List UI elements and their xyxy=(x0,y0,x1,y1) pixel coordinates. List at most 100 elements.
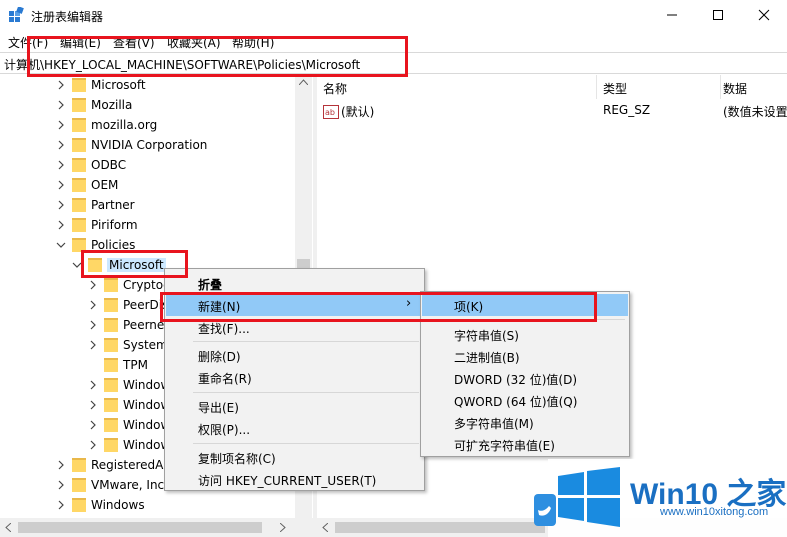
value-type: REG_SZ xyxy=(603,103,651,117)
chevron-right-icon[interactable] xyxy=(56,200,66,210)
tree-item-label: Piriform xyxy=(91,218,138,232)
tree-item-label: VMware, Inc. xyxy=(91,478,168,492)
column-header-data[interactable]: 数据 xyxy=(723,75,787,99)
chevron-right-icon[interactable] xyxy=(88,340,98,350)
tree-item[interactable]: Windows xyxy=(0,495,295,515)
string-value-icon: ab xyxy=(323,104,339,119)
tree-item-label: ODBC xyxy=(91,158,127,172)
chevron-right-icon[interactable] xyxy=(56,480,66,490)
chevron-right-icon[interactable] xyxy=(88,440,98,450)
tree-item-label: Mozilla xyxy=(91,98,133,112)
folder-icon xyxy=(72,178,86,192)
folder-icon xyxy=(104,438,118,452)
menu-divider xyxy=(193,341,419,342)
regedit-app-icon xyxy=(9,7,24,22)
maximize-button[interactable] xyxy=(695,0,741,30)
scroll-left-icon[interactable] xyxy=(322,523,328,532)
chevron-right-icon[interactable] xyxy=(56,160,66,170)
folder-icon xyxy=(72,218,86,232)
menu-divider xyxy=(193,443,419,444)
chevron-down-icon[interactable] xyxy=(56,240,66,250)
window-title: 注册表编辑器 xyxy=(31,10,104,24)
chevron-right-icon[interactable] xyxy=(56,80,66,90)
sub-new-qword[interactable]: QWORD (64 位)值(Q) xyxy=(422,389,628,411)
folder-icon xyxy=(72,78,86,92)
tree-item[interactable]: NVIDIA Corporation xyxy=(0,135,295,155)
folder-icon xyxy=(104,278,118,292)
tree-item-label: Windows xyxy=(91,498,145,512)
list-horizontal-scroll-thumb[interactable] xyxy=(335,522,545,533)
chevron-right-icon[interactable] xyxy=(56,500,66,510)
ctx-permissions[interactable]: 权限(P)... xyxy=(166,417,423,439)
column-header-type[interactable]: 类型 xyxy=(603,75,721,99)
title-bar: 注册表编辑器 xyxy=(0,0,787,30)
folder-icon xyxy=(104,398,118,412)
windows-logo-icon xyxy=(558,467,620,527)
scroll-up-icon[interactable] xyxy=(299,79,308,85)
folder-icon xyxy=(72,98,86,112)
tree-item-label: mozilla.org xyxy=(91,118,158,132)
chevron-right-icon[interactable] xyxy=(56,100,66,110)
maximize-icon xyxy=(713,10,723,20)
chevron-right-icon[interactable] xyxy=(88,420,98,430)
value-name: (默认) xyxy=(341,105,375,119)
value-data: (数值未设置) xyxy=(723,105,787,119)
scroll-right-icon[interactable] xyxy=(280,523,286,532)
svg-text:ab: ab xyxy=(325,108,335,117)
chevron-right-icon[interactable] xyxy=(56,220,66,230)
chevron-right-icon[interactable] xyxy=(56,140,66,150)
chevron-right-icon[interactable] xyxy=(56,460,66,470)
chevron-right-icon[interactable] xyxy=(56,180,66,190)
sub-new-binary[interactable]: 二进制值(B) xyxy=(422,345,628,367)
sub-new-string[interactable]: 字符串值(S) xyxy=(422,323,628,345)
chevron-right-icon[interactable] xyxy=(88,300,98,310)
tree-horizontal-scroll-thumb[interactable] xyxy=(18,522,262,533)
ctx-goto-hkcu[interactable]: 访问 HKEY_CURRENT_USER(T) xyxy=(166,468,423,490)
folder-icon xyxy=(72,458,86,472)
chevron-right-icon[interactable] xyxy=(88,320,98,330)
column-header-name[interactable]: 名称 xyxy=(323,75,597,99)
tree-item-label: NVIDIA Corporation xyxy=(91,138,208,152)
tree-item[interactable]: Microsoft xyxy=(0,75,295,95)
folder-icon xyxy=(104,298,118,312)
folder-icon xyxy=(104,338,118,352)
folder-icon xyxy=(104,318,118,332)
chevron-right-icon[interactable] xyxy=(88,400,98,410)
chevron-right-icon[interactable] xyxy=(56,120,66,130)
ctx-export[interactable]: 导出(E) xyxy=(166,395,423,417)
sub-new-multistring[interactable]: 多字符串值(M) xyxy=(422,411,628,433)
folder-icon xyxy=(72,138,86,152)
folder-icon xyxy=(104,418,118,432)
tree-item-label: OEM xyxy=(91,178,119,192)
tree-item[interactable]: ODBC xyxy=(0,155,295,175)
ctx-delete[interactable]: 删除(D) xyxy=(166,344,423,366)
folder-icon xyxy=(104,358,118,372)
minimize-icon xyxy=(667,14,677,16)
annotation-box-new-key xyxy=(160,292,597,322)
twitter-bird-icon xyxy=(534,494,556,526)
ctx-collapse[interactable]: 折叠 xyxy=(166,272,423,294)
tree-item-label: TPM xyxy=(123,358,148,372)
folder-icon xyxy=(72,118,86,132)
sub-new-dword[interactable]: DWORD (32 位)值(D) xyxy=(422,367,628,389)
scroll-left-icon[interactable] xyxy=(5,523,11,532)
tree-item-label: Partner xyxy=(91,198,135,212)
chevron-right-icon[interactable] xyxy=(88,280,98,290)
tree-item[interactable]: Mozilla xyxy=(0,95,295,115)
list-item[interactable]: ab (默认) xyxy=(323,103,374,120)
tree-item[interactable]: Partner xyxy=(0,195,295,215)
tree-item[interactable]: OEM xyxy=(0,175,295,195)
ctx-copy-key-name[interactable]: 复制项名称(C) xyxy=(166,446,423,468)
tree-item[interactable]: Piriform xyxy=(0,215,295,235)
minimize-button[interactable] xyxy=(649,0,695,30)
folder-icon xyxy=(72,478,86,492)
ctx-rename[interactable]: 重命名(R) xyxy=(166,366,423,388)
close-button[interactable] xyxy=(741,0,787,30)
chevron-right-icon[interactable] xyxy=(88,380,98,390)
tree-horizontal-scrollbar[interactable] xyxy=(0,518,313,537)
tree-item-label: Microsoft xyxy=(91,78,146,92)
sub-new-expandstring[interactable]: 可扩充字符串值(E) xyxy=(422,433,628,455)
tree-item[interactable]: mozilla.org xyxy=(0,115,295,135)
folder-icon xyxy=(72,158,86,172)
folder-icon xyxy=(72,198,86,212)
